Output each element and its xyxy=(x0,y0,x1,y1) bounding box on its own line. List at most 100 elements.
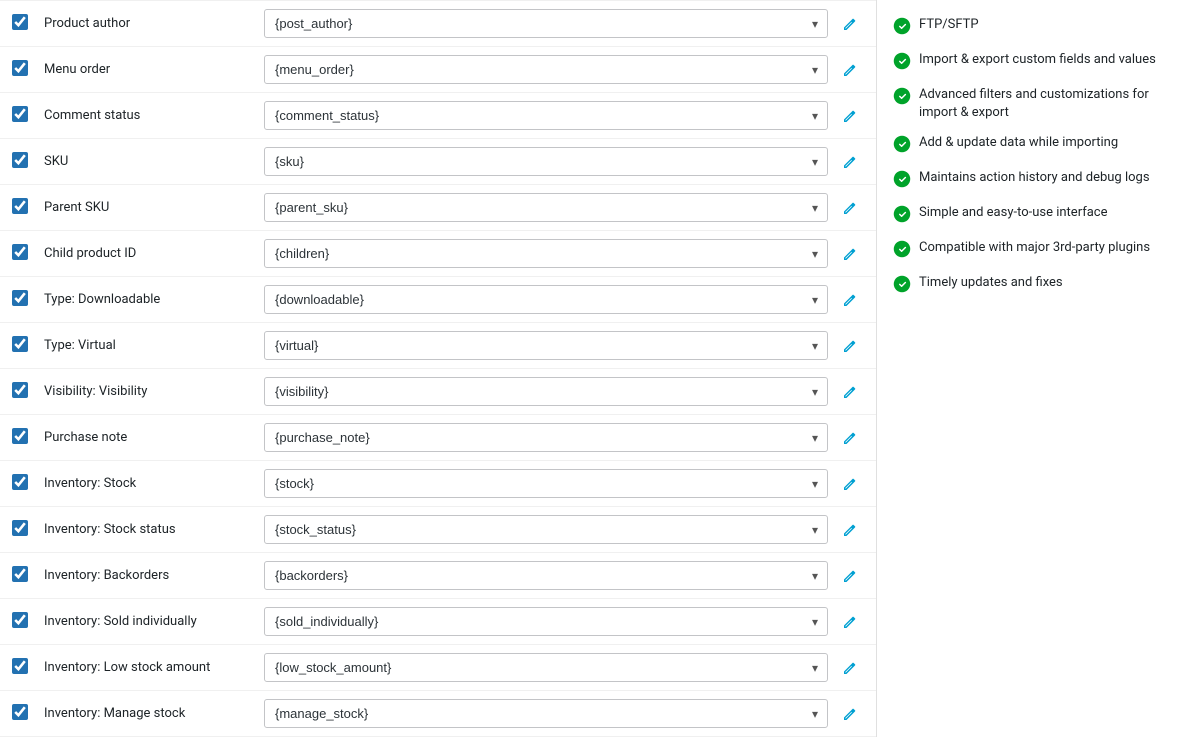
label-type-downloadable: Type: Downloadable xyxy=(44,292,264,307)
label-menu-order: Menu order xyxy=(44,62,264,77)
label-inventory-stock: Inventory: Stock xyxy=(44,476,264,491)
select-cell-inventory-stock: {stock} xyxy=(264,469,828,498)
edit-button-child-product-id[interactable] xyxy=(836,242,864,266)
select-sku[interactable]: {sku} xyxy=(264,147,828,176)
field-row: Menu order {menu_order} xyxy=(0,47,876,93)
edit-button-inventory-manage-stock[interactable] xyxy=(836,702,864,726)
select-inventory-stock-status[interactable]: {stock_status} xyxy=(264,515,828,544)
checkbox-cell-inventory-stock xyxy=(12,474,44,494)
select-type-virtual[interactable]: {virtual} xyxy=(264,331,828,360)
select-inventory-manage-stock[interactable]: {manage_stock} xyxy=(264,699,828,728)
checkbox-inventory-backorders[interactable] xyxy=(12,566,28,582)
edit-button-product-author[interactable] xyxy=(836,12,864,36)
select-inventory-low-stock[interactable]: {low_stock_amount} xyxy=(264,653,828,682)
edit-button-inventory-low-stock[interactable] xyxy=(836,656,864,680)
checkbox-inventory-stock-status[interactable] xyxy=(12,520,28,536)
edit-button-sku[interactable] xyxy=(836,150,864,174)
select-wrapper-visibility-visibility: {visibility} xyxy=(264,377,828,406)
edit-button-visibility-visibility[interactable] xyxy=(836,380,864,404)
field-row: Child product ID {children} xyxy=(0,231,876,277)
pencil-icon xyxy=(842,16,858,32)
edit-button-inventory-stock[interactable] xyxy=(836,472,864,496)
label-inventory-low-stock: Inventory: Low stock amount xyxy=(44,660,264,675)
pencil-icon xyxy=(842,660,858,676)
select-inventory-sold-individually[interactable]: {sold_individually} xyxy=(264,607,828,636)
select-parent-sku[interactable]: {parent_sku} xyxy=(264,193,828,222)
feature-text-timely-updates: Timely updates and fixes xyxy=(919,274,1063,292)
checkbox-inventory-sold-individually[interactable] xyxy=(12,612,28,628)
select-cell-purchase-note: {purchase_note} xyxy=(264,423,828,452)
checkbox-product-author[interactable] xyxy=(12,14,28,30)
select-menu-order[interactable]: {menu_order} xyxy=(264,55,828,84)
select-product-author[interactable]: {post_author} xyxy=(264,9,828,38)
checkbox-cell-product-author xyxy=(12,14,44,34)
pencil-icon xyxy=(842,614,858,630)
label-sku: SKU xyxy=(44,154,264,169)
checkbox-cell-child-product-id xyxy=(12,244,44,264)
feature-text-advanced-filters: Advanced filters and customizations for … xyxy=(919,86,1170,122)
checkbox-type-downloadable[interactable] xyxy=(12,290,28,306)
select-cell-inventory-stock-status: {stock_status} xyxy=(264,515,828,544)
checkbox-inventory-stock[interactable] xyxy=(12,474,28,490)
checkbox-parent-sku[interactable] xyxy=(12,198,28,214)
field-row: Inventory: Backorders {backorders} xyxy=(0,553,876,599)
check-circle-icon xyxy=(893,170,911,192)
checkbox-inventory-low-stock[interactable] xyxy=(12,658,28,674)
checkbox-cell-visibility-visibility xyxy=(12,382,44,402)
check-circle-icon xyxy=(893,240,911,262)
field-row: Inventory: Stock {stock} xyxy=(0,461,876,507)
label-product-author: Product author xyxy=(44,16,264,31)
select-wrapper-comment-status: {comment_status} xyxy=(264,101,828,130)
main-content: Product author {post_author} Menu order … xyxy=(0,0,876,737)
select-child-product-id[interactable]: {children} xyxy=(264,239,828,268)
select-wrapper-inventory-sold-individually: {sold_individually} xyxy=(264,607,828,636)
checkbox-purchase-note[interactable] xyxy=(12,428,28,444)
checkbox-menu-order[interactable] xyxy=(12,60,28,76)
field-row: Inventory: Manage stock {manage_stock} xyxy=(0,691,876,737)
checkbox-cell-type-virtual xyxy=(12,336,44,356)
label-inventory-stock-status: Inventory: Stock status xyxy=(44,522,264,537)
checkbox-sku[interactable] xyxy=(12,152,28,168)
pencil-icon xyxy=(842,706,858,722)
label-inventory-manage-stock: Inventory: Manage stock xyxy=(44,706,264,721)
edit-button-inventory-stock-status[interactable] xyxy=(836,518,864,542)
select-wrapper-parent-sku: {parent_sku} xyxy=(264,193,828,222)
pencil-icon xyxy=(842,154,858,170)
checkbox-visibility-visibility[interactable] xyxy=(12,382,28,398)
pencil-icon xyxy=(842,200,858,216)
check-circle-icon xyxy=(893,17,911,39)
select-visibility-visibility[interactable]: {visibility} xyxy=(264,377,828,406)
checkbox-type-virtual[interactable] xyxy=(12,336,28,352)
checkbox-child-product-id[interactable] xyxy=(12,244,28,260)
select-inventory-stock[interactable]: {stock} xyxy=(264,469,828,498)
feature-text-add-update-data: Add & update data while importing xyxy=(919,134,1118,152)
select-cell-menu-order: {menu_order} xyxy=(264,55,828,84)
select-wrapper-inventory-stock: {stock} xyxy=(264,469,828,498)
checkbox-comment-status[interactable] xyxy=(12,106,28,122)
edit-button-inventory-sold-individually[interactable] xyxy=(836,610,864,634)
select-type-downloadable[interactable]: {downloadable} xyxy=(264,285,828,314)
select-comment-status[interactable]: {comment_status} xyxy=(264,101,828,130)
pencil-icon xyxy=(842,338,858,354)
feature-text-import-export-custom: Import & export custom fields and values xyxy=(919,51,1156,69)
feature-text-action-history: Maintains action history and debug logs xyxy=(919,169,1150,187)
select-wrapper-purchase-note: {purchase_note} xyxy=(264,423,828,452)
edit-button-inventory-backorders[interactable] xyxy=(836,564,864,588)
edit-button-purchase-note[interactable] xyxy=(836,426,864,450)
checkbox-inventory-manage-stock[interactable] xyxy=(12,704,28,720)
edit-button-type-downloadable[interactable] xyxy=(836,288,864,312)
checkbox-cell-type-downloadable xyxy=(12,290,44,310)
edit-button-parent-sku[interactable] xyxy=(836,196,864,220)
edit-button-comment-status[interactable] xyxy=(836,104,864,128)
check-circle-icon xyxy=(893,205,911,227)
select-purchase-note[interactable]: {purchase_note} xyxy=(264,423,828,452)
select-cell-product-author: {post_author} xyxy=(264,9,828,38)
edit-button-type-virtual[interactable] xyxy=(836,334,864,358)
select-inventory-backorders[interactable]: {backorders} xyxy=(264,561,828,590)
select-wrapper-menu-order: {menu_order} xyxy=(264,55,828,84)
edit-button-menu-order[interactable] xyxy=(836,58,864,82)
select-wrapper-inventory-low-stock: {low_stock_amount} xyxy=(264,653,828,682)
feature-item-ftp-sftp: FTP/SFTP xyxy=(893,16,1170,39)
feature-item-import-export-custom: Import & export custom fields and values xyxy=(893,51,1170,74)
label-purchase-note: Purchase note xyxy=(44,430,264,445)
